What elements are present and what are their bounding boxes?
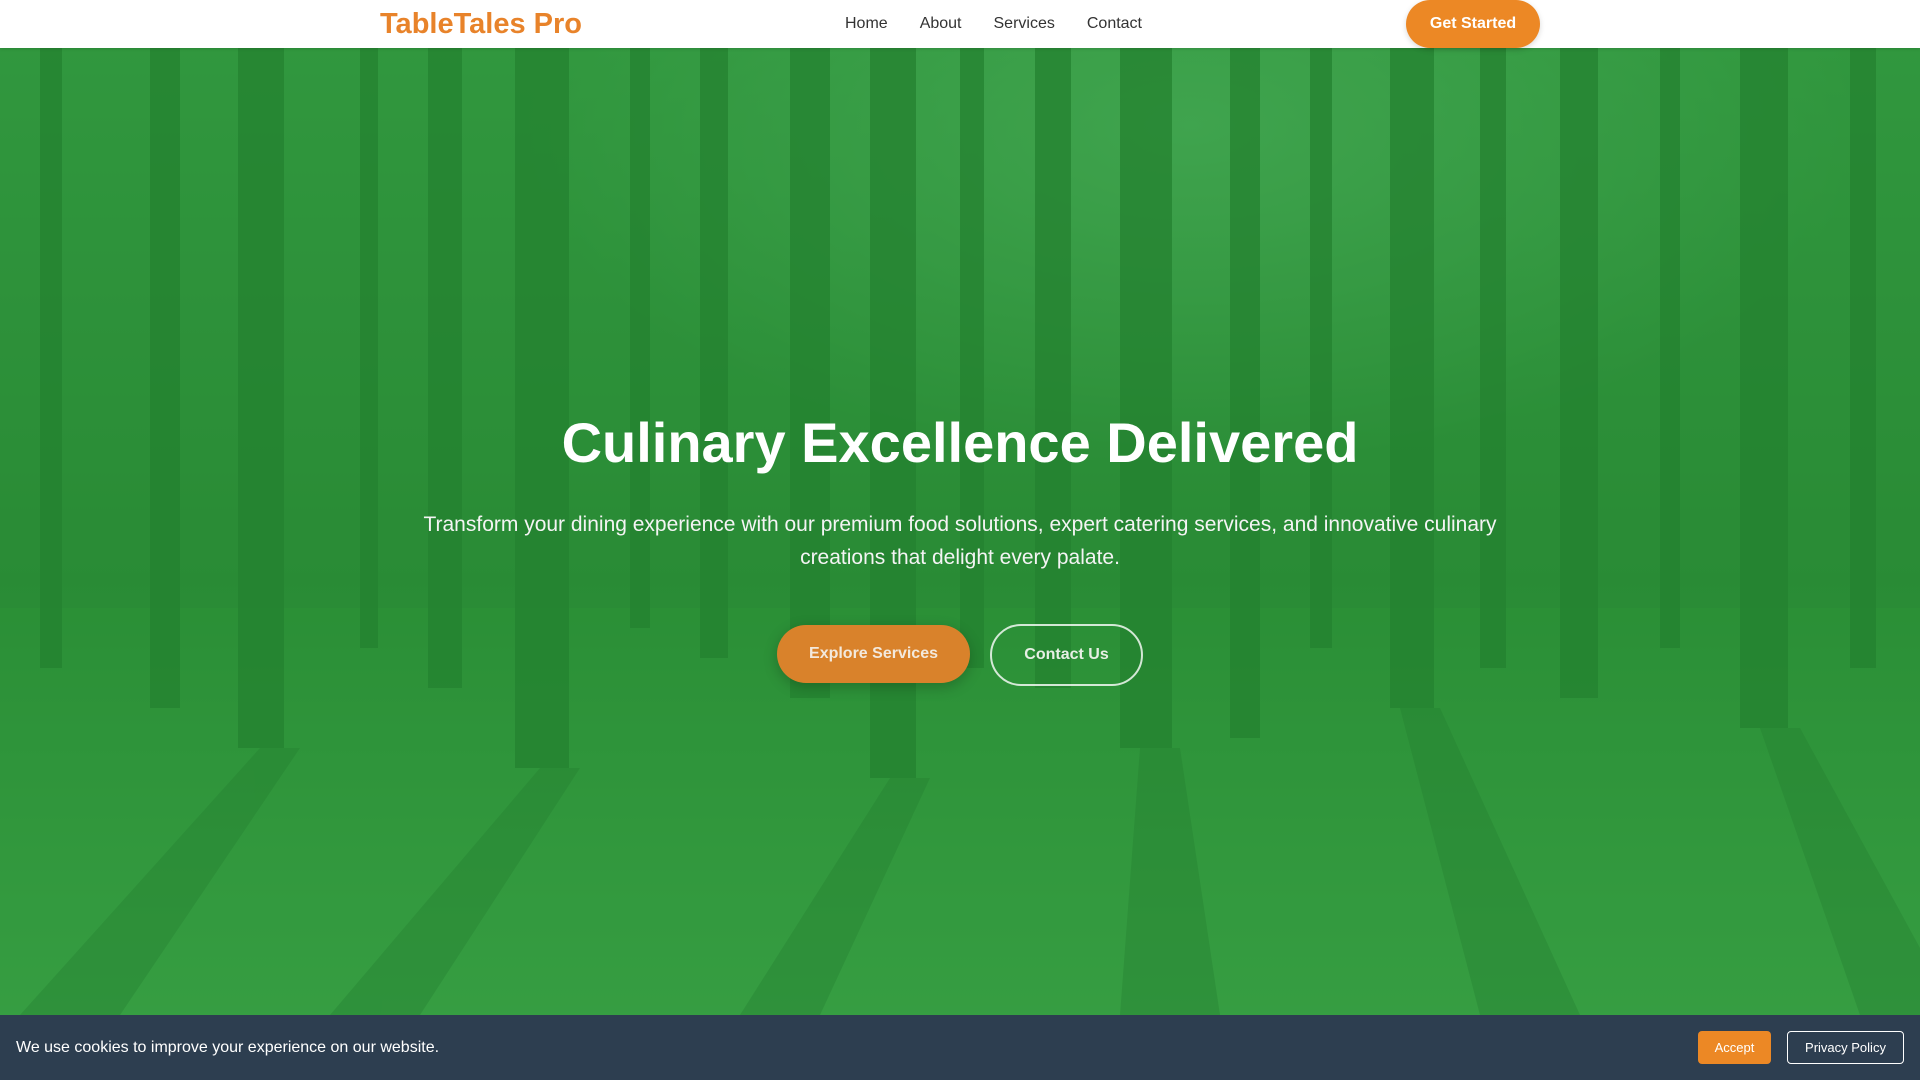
main-nav: Home About Services Contact <box>845 0 1142 48</box>
hero-button-group: Explore Services Contact Us <box>0 624 1920 686</box>
cookie-message: We use cookies to improve your experienc… <box>16 1038 440 1056</box>
hero-subtitle: Transform your dining experience with ou… <box>423 513 1497 569</box>
contact-us-button[interactable]: Contact Us <box>990 624 1143 686</box>
privacy-policy-button[interactable]: Privacy Policy <box>1787 1031 1904 1064</box>
nav-link-about[interactable]: About <box>920 15 962 33</box>
accept-cookies-button[interactable]: Accept <box>1698 1031 1771 1064</box>
cookie-consent-bar: We use cookies to improve your experienc… <box>0 1015 1920 1080</box>
nav-link-services[interactable]: Services <box>994 15 1055 33</box>
hero-section: Culinary Excellence Delivered Transform … <box>0 48 1920 1015</box>
nav-link-home[interactable]: Home <box>845 15 888 33</box>
brand-logo[interactable]: TableTales Pro <box>380 0 582 48</box>
top-navbar: TableTales Pro Home About Services Conta… <box>0 0 1920 48</box>
get-started-button[interactable]: Get Started <box>1406 0 1540 48</box>
explore-services-button[interactable]: Explore Services <box>777 625 970 683</box>
nav-link-contact[interactable]: Contact <box>1087 15 1142 33</box>
hero-title: Culinary Excellence Delivered <box>561 411 1359 474</box>
